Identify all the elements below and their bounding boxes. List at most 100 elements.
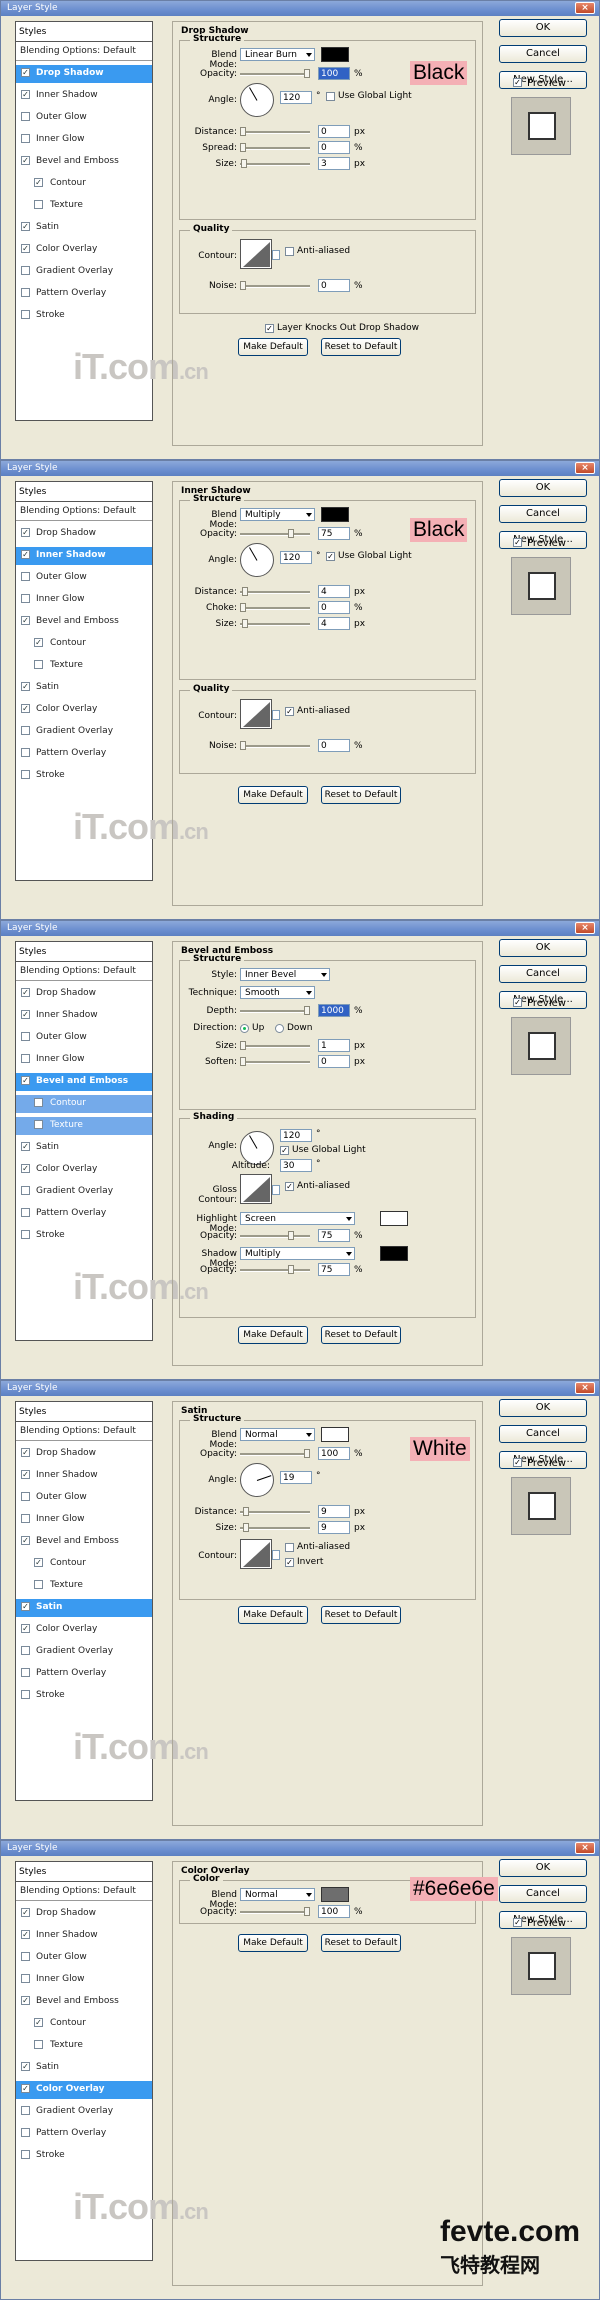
cancel-button[interactable]: Cancel bbox=[499, 1425, 587, 1443]
depth-slider-thumb[interactable] bbox=[304, 1006, 310, 1015]
make-default-button[interactable]: Make Default bbox=[238, 786, 308, 804]
ok-button[interactable]: OK bbox=[499, 939, 587, 957]
style-checkbox[interactable]: ✓ bbox=[21, 1142, 30, 1151]
overlay-color-swatch[interactable] bbox=[321, 1887, 349, 1902]
shadow-color-swatch[interactable] bbox=[321, 507, 349, 522]
style-item[interactable]: ✓ Color Overlay bbox=[16, 241, 152, 259]
style-item[interactable]: ✓ Satin bbox=[16, 2059, 152, 2077]
style-item[interactable]: Inner Glow bbox=[16, 1511, 152, 1529]
satin-color-swatch[interactable] bbox=[321, 1427, 349, 1442]
style-item[interactable]: Outer Glow bbox=[16, 1489, 152, 1507]
ok-button[interactable]: OK bbox=[499, 1399, 587, 1417]
style-checkbox[interactable]: ✓ bbox=[34, 1558, 43, 1567]
spread-slider-thumb[interactable] bbox=[240, 143, 246, 152]
highlight-select[interactable]: Screen bbox=[240, 1212, 355, 1225]
style-checkbox[interactable] bbox=[21, 1054, 30, 1063]
style-item[interactable]: ✓ Drop Shadow bbox=[16, 525, 152, 543]
chevron-down-icon[interactable] bbox=[272, 1550, 280, 1560]
style-item[interactable]: ✓ Color Overlay bbox=[16, 701, 152, 719]
style-item[interactable]: Pattern Overlay bbox=[16, 1665, 152, 1683]
cancel-button[interactable]: Cancel bbox=[499, 505, 587, 523]
anti-aliased-checkbox[interactable]: ✓ bbox=[285, 1182, 294, 1191]
sopacity-slider[interactable] bbox=[240, 1265, 310, 1274]
style-item[interactable]: Texture bbox=[16, 1577, 152, 1595]
soften-input[interactable]: 0 bbox=[318, 1055, 350, 1068]
style-item[interactable]: Gradient Overlay bbox=[16, 263, 152, 281]
style-item[interactable]: Blending Options: Default bbox=[16, 503, 152, 521]
style-item[interactable]: ✓ Bevel and Emboss bbox=[16, 1993, 152, 2011]
style-item[interactable]: Outer Glow bbox=[16, 1029, 152, 1047]
size-input[interactable]: 4 bbox=[318, 617, 350, 630]
noise-slider-thumb[interactable] bbox=[240, 281, 246, 290]
distance-input[interactable]: 4 bbox=[318, 585, 350, 598]
depth-input[interactable]: 1000 bbox=[318, 1004, 350, 1017]
opacity-slider-thumb[interactable] bbox=[304, 1907, 310, 1916]
size-slider[interactable] bbox=[240, 1523, 310, 1532]
style-checkbox[interactable] bbox=[21, 1974, 30, 1983]
size-slider-thumb[interactable] bbox=[240, 1041, 246, 1050]
chevron-down-icon[interactable] bbox=[272, 1185, 280, 1195]
style-checkbox[interactable]: ✓ bbox=[21, 682, 30, 691]
reset-default-button[interactable]: Reset to Default bbox=[321, 1934, 401, 1952]
style-checkbox[interactable] bbox=[21, 594, 30, 603]
style-item[interactable]: ✓ Contour bbox=[16, 2015, 152, 2033]
distance-slider-thumb[interactable] bbox=[240, 127, 246, 136]
preview-checkbox[interactable]: ✓ bbox=[513, 1458, 522, 1467]
style-checkbox[interactable]: ✓ bbox=[34, 638, 43, 647]
style-item[interactable]: Blending Options: Default bbox=[16, 1883, 152, 1901]
blend-mode-select[interactable]: Normal bbox=[240, 1428, 315, 1441]
opacity-input[interactable]: 100 bbox=[318, 1447, 350, 1460]
style-checkbox[interactable]: ✓ bbox=[21, 1448, 30, 1457]
style-item[interactable]: Stroke bbox=[16, 767, 152, 785]
style-checkbox[interactable]: ✓ bbox=[34, 2018, 43, 2027]
size-slider-thumb[interactable] bbox=[242, 619, 248, 628]
style-item[interactable]: ✓ Satin bbox=[16, 679, 152, 697]
style-item[interactable]: Stroke bbox=[16, 1687, 152, 1705]
style-checkbox[interactable] bbox=[21, 2128, 30, 2137]
hopacity-slider-thumb[interactable] bbox=[288, 1231, 294, 1240]
style-item[interactable]: Gradient Overlay bbox=[16, 723, 152, 741]
style-item[interactable]: ✓ Drop Shadow bbox=[16, 1905, 152, 1923]
make-default-button[interactable]: Make Default bbox=[238, 1934, 308, 1952]
style-checkbox[interactable] bbox=[34, 1120, 43, 1129]
reset-default-button[interactable]: Reset to Default bbox=[321, 338, 401, 356]
style-item[interactable]: Outer Glow bbox=[16, 1949, 152, 1967]
style-item[interactable]: Pattern Overlay bbox=[16, 285, 152, 303]
opacity-slider[interactable] bbox=[240, 529, 310, 538]
style-item[interactable]: ✓ Bevel and Emboss bbox=[16, 1073, 152, 1091]
style-checkbox[interactable]: ✓ bbox=[21, 1164, 30, 1173]
style-checkbox[interactable]: ✓ bbox=[21, 68, 30, 77]
choke-slider[interactable] bbox=[240, 603, 310, 612]
reset-default-button[interactable]: Reset to Default bbox=[321, 1606, 401, 1624]
sopacity-input[interactable]: 75 bbox=[318, 1263, 350, 1276]
style-checkbox[interactable] bbox=[21, 1492, 30, 1501]
cancel-button[interactable]: Cancel bbox=[499, 45, 587, 63]
distance-slider[interactable] bbox=[240, 587, 310, 596]
make-default-button[interactable]: Make Default bbox=[238, 1326, 308, 1344]
style-item[interactable]: Stroke bbox=[16, 2147, 152, 2165]
noise-input[interactable]: 0 bbox=[318, 279, 350, 292]
style-checkbox[interactable]: ✓ bbox=[21, 1470, 30, 1479]
style-checkbox[interactable] bbox=[21, 134, 30, 143]
ok-button[interactable]: OK bbox=[499, 479, 587, 497]
size-input[interactable]: 1 bbox=[318, 1039, 350, 1052]
style-checkbox[interactable] bbox=[21, 266, 30, 275]
style-item[interactable]: ✓ Bevel and Emboss bbox=[16, 1533, 152, 1551]
close-icon[interactable]: × bbox=[575, 922, 595, 934]
style-checkbox[interactable]: ✓ bbox=[21, 988, 30, 997]
style-checkbox[interactable] bbox=[21, 2106, 30, 2115]
style-checkbox[interactable] bbox=[21, 2150, 30, 2159]
style-item[interactable]: Gradient Overlay bbox=[16, 1183, 152, 1201]
style-checkbox[interactable] bbox=[34, 1580, 43, 1589]
style-checkbox[interactable] bbox=[34, 200, 43, 209]
style-item[interactable]: Inner Glow bbox=[16, 1051, 152, 1069]
noise-slider[interactable] bbox=[240, 741, 310, 750]
style-checkbox[interactable] bbox=[21, 1646, 30, 1655]
preview-checkbox[interactable]: ✓ bbox=[513, 78, 522, 87]
style-item[interactable]: ✓ Color Overlay bbox=[16, 1161, 152, 1179]
make-default-button[interactable]: Make Default bbox=[238, 1606, 308, 1624]
style-checkbox[interactable]: ✓ bbox=[21, 1602, 30, 1611]
style-checkbox[interactable] bbox=[21, 1186, 30, 1195]
style-checkbox[interactable]: ✓ bbox=[21, 222, 30, 231]
style-item[interactable]: ✓ Contour bbox=[16, 635, 152, 653]
